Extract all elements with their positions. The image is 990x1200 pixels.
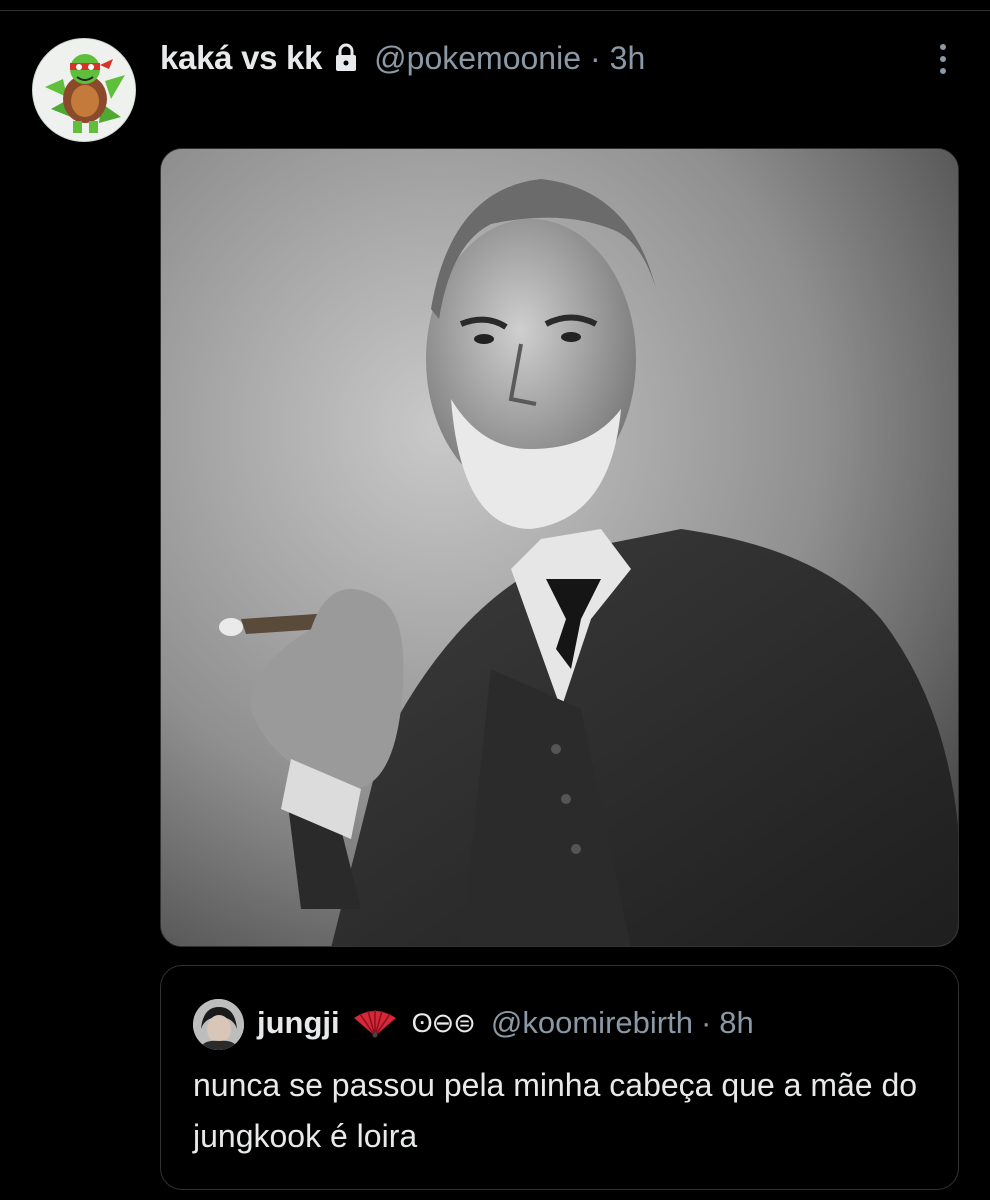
tweet-header: kaká vs kk @pokemoonie · 3h (160, 34, 645, 82)
top-divider (0, 10, 990, 11)
author-avatar[interactable] (32, 38, 136, 142)
author-display-name[interactable]: kaká vs kk (160, 39, 322, 77)
more-options-icon[interactable] (938, 44, 948, 78)
quoted-tweet[interactable]: jungji ʘ⊖⊜ @koomirebirth · 8h nunca se p… (160, 965, 959, 1190)
quoted-tweet-timestamp[interactable]: 8h (719, 1005, 753, 1041)
quoted-tweet-header: jungji ʘ⊖⊜ @koomirebirth · 8h (257, 1000, 754, 1046)
quoted-author-display-name[interactable]: jungji (257, 1005, 340, 1041)
quoted-tweet-text: nunca se passou pela minha cabeça que a … (193, 1067, 918, 1154)
tweet-timestamp[interactable]: 3h (610, 40, 646, 77)
quoted-author-avatar[interactable] (193, 999, 244, 1050)
portrait-photo-illustration (161, 149, 958, 946)
quoted-author-handle[interactable]: @koomirebirth (491, 1005, 693, 1041)
folding-fan-icon (352, 1008, 398, 1038)
tweet-photo[interactable] (160, 148, 959, 947)
quoted-author-symbols: ʘ⊖⊜ (411, 1007, 476, 1038)
lock-icon (334, 43, 358, 73)
separator-dot: · (590, 39, 601, 76)
author-handle[interactable]: @pokemoonie (374, 40, 581, 77)
quoted-separator-dot: · (700, 1005, 712, 1040)
cartoon-turtle-avatar-icon (33, 39, 135, 141)
